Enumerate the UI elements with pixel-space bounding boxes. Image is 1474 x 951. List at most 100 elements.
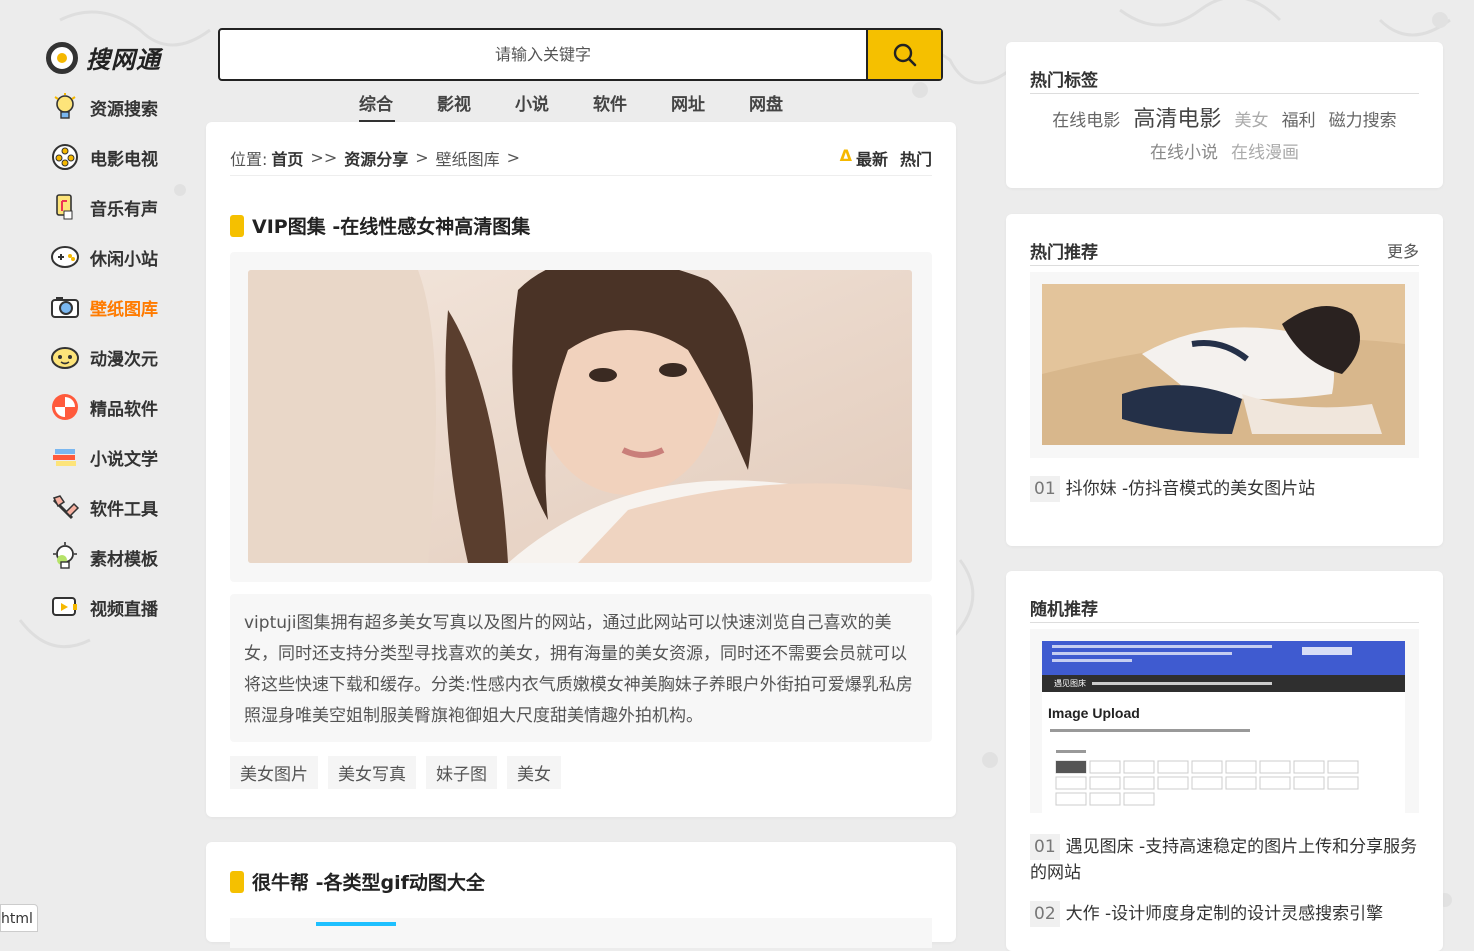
sidebar-item-label: 视频直播	[90, 599, 158, 620]
post-description: viptuji图集拥有超多美女写真以及图片的网站，通过此网站可以快速浏览自己喜欢…	[230, 594, 932, 742]
post-image-frame	[230, 252, 932, 582]
sidebar-item-tools[interactable]: 软件工具	[50, 482, 200, 532]
search-button[interactable]	[866, 30, 941, 79]
card-heading: 热门标签	[1030, 71, 1098, 91]
sidebar-item-label: 精品软件	[90, 399, 158, 420]
card-heading: 热门推荐	[1030, 243, 1098, 263]
recommend-item[interactable]: 02 大作 -设计师度身定制的设计灵感搜索引擎	[1030, 901, 1419, 927]
bulb-template-icon	[50, 542, 80, 572]
site-logo[interactable]: 搜网通	[46, 40, 161, 75]
random-recommend-heading: 随机推荐	[1030, 595, 1419, 623]
breadcrumb: 位置: 首页 >> 资源分享 > 壁纸图库 > Δ 最新 热门	[230, 146, 932, 176]
tab-software[interactable]: 软件	[589, 90, 667, 121]
post-tag[interactable]: 美女	[507, 756, 561, 789]
sort-active-marker: Δ	[839, 145, 852, 165]
hot-tag[interactable]: 磁力搜索	[1329, 111, 1397, 131]
rank-number: 01	[1030, 476, 1060, 502]
sidebar-item-label: 休闲小站	[90, 249, 158, 270]
music-icon	[50, 192, 80, 222]
sidebar-item-label: 资源搜索	[90, 99, 158, 120]
video-icon	[50, 592, 80, 622]
tools-icon	[50, 492, 80, 522]
post-title-text: 很牛帮 -各类型gif动图大全	[252, 872, 485, 894]
recommend-title: 抖你妹 -仿抖音模式的美女图片站	[1065, 479, 1316, 499]
breadcrumb-category[interactable]: 壁纸图库	[436, 146, 500, 170]
gamepad-icon	[50, 242, 80, 272]
recommend-item[interactable]: 01 遇见图床 -支持高速稳定的图片上传和分享服务的网站	[1030, 834, 1419, 886]
sidebar-item-label: 壁纸图库	[90, 299, 158, 320]
post-title-text: VIP图集 -在线性感女神高清图集	[252, 216, 531, 238]
breadcrumb-prefix: 位置:	[230, 149, 268, 169]
hot-recommend-card: 热门推荐 更多 01 抖你妹 -仿抖音模式的美女图片站	[1006, 214, 1443, 546]
app-icon	[50, 392, 80, 422]
sidebar-item-wallpaper[interactable]: 壁纸图库	[50, 282, 200, 332]
hot-tag[interactable]: 在线小说	[1150, 143, 1218, 163]
sidebar-item-templates[interactable]: 素材模板	[50, 532, 200, 582]
rank-number: 02	[1030, 901, 1060, 927]
hot-tags-heading: 热门标签	[1030, 66, 1419, 94]
rank-number: 01	[1030, 834, 1060, 860]
tab-novels[interactable]: 小说	[511, 90, 589, 121]
hot-tag[interactable]: 福利	[1282, 111, 1316, 131]
search-tabs: 综合 影视 小说 软件 网址 网盘	[355, 90, 823, 123]
recommend-image-frame: 遇见图床 Image Upload	[1030, 629, 1419, 813]
sidebar-item-label: 电影电视	[90, 149, 158, 170]
sidebar-item-music[interactable]: 音乐有声	[50, 182, 200, 232]
preview-nav-label: 遇见图床	[1054, 679, 1086, 688]
main-content-card: 位置: 首页 >> 资源分享 > 壁纸图库 > Δ 最新 热门 VIP图集 -在…	[206, 122, 956, 817]
more-link[interactable]: 更多	[1387, 238, 1419, 265]
film-reel-icon	[50, 142, 80, 172]
recommend-item[interactable]: 01 抖你妹 -仿抖音模式的美女图片站	[1030, 476, 1419, 502]
tab-websites[interactable]: 网址	[667, 90, 745, 121]
recommend-title: 大作 -设计师度身定制的设计灵感搜索引擎	[1065, 904, 1384, 924]
post-tag[interactable]: 美女图片	[230, 756, 318, 789]
sidebar-item-video[interactable]: 视频直播	[50, 582, 200, 632]
recommend-image[interactable]	[1042, 284, 1405, 445]
sidebar-item-label: 素材模板	[90, 549, 158, 570]
recommend-image[interactable]: 遇见图床 Image Upload	[1042, 641, 1405, 813]
post-tag[interactable]: 妹子图	[426, 756, 497, 789]
sort-newest[interactable]: 最新	[856, 146, 888, 170]
card-heading: 随机推荐	[1030, 600, 1098, 620]
post-title[interactable]: VIP图集 -在线性感女神高清图集	[230, 212, 530, 239]
random-recommend-card: 随机推荐 遇见图床 Image Upload 01 遇见图床 -支持高速稳定的图…	[1006, 571, 1443, 951]
sidebar-item-movies[interactable]: 电影电视	[50, 132, 200, 182]
preview-title: Image Upload	[1048, 705, 1140, 721]
search-bar	[218, 28, 943, 81]
books-icon	[50, 442, 80, 472]
hot-tag[interactable]: 美女	[1235, 111, 1269, 131]
breadcrumb-section[interactable]: 资源分享	[344, 146, 408, 170]
logo-text: 搜网通	[86, 46, 161, 74]
sidebar-item-label: 小说文学	[90, 449, 158, 470]
sidebar-item-resource-search[interactable]: 资源搜索	[50, 82, 200, 132]
title-marker	[230, 870, 244, 893]
post-image[interactable]	[248, 270, 912, 563]
sidebar-item-leisure[interactable]: 休闲小站	[50, 232, 200, 282]
hot-tags-card: 热门标签 在线电影 高清电影 美女 福利 磁力搜索 在线小说 在线漫画	[1006, 42, 1443, 188]
hot-tag[interactable]: 高清电影	[1133, 107, 1221, 132]
tab-netdisk[interactable]: 网盘	[745, 90, 823, 121]
breadcrumb-separator: >>	[310, 148, 338, 167]
recommend-title: 遇见图床 -支持高速稳定的图片上传和分享服务的网站	[1030, 837, 1418, 883]
sort-hot[interactable]: 热门	[900, 146, 932, 170]
sidebar-item-novel[interactable]: 小说文学	[50, 432, 200, 482]
logo-icon	[46, 41, 78, 74]
tab-all[interactable]: 综合	[355, 90, 433, 123]
post-tags: 美女图片 美女写真 妹子图 美女	[230, 756, 561, 789]
sort-options: Δ 最新 热门	[840, 146, 932, 170]
title-marker	[230, 214, 244, 237]
hot-tag[interactable]: 在线漫画	[1231, 143, 1299, 163]
camera-icon	[50, 292, 80, 322]
recommend-image-frame	[1030, 272, 1419, 458]
anime-icon	[50, 342, 80, 372]
breadcrumb-home[interactable]: 首页	[271, 146, 303, 170]
hot-recommend-heading: 热门推荐 更多	[1030, 238, 1419, 266]
post-tag[interactable]: 美女写真	[328, 756, 416, 789]
sidebar-item-software[interactable]: 精品软件	[50, 382, 200, 432]
tab-movies[interactable]: 影视	[433, 90, 511, 121]
post-title[interactable]: 很牛帮 -各类型gif动图大全	[230, 868, 485, 895]
breadcrumb-separator: >	[415, 148, 429, 167]
search-input[interactable]	[220, 30, 866, 79]
sidebar-item-anime[interactable]: 动漫次元	[50, 332, 200, 382]
hot-tag[interactable]: 在线电影	[1052, 111, 1120, 131]
